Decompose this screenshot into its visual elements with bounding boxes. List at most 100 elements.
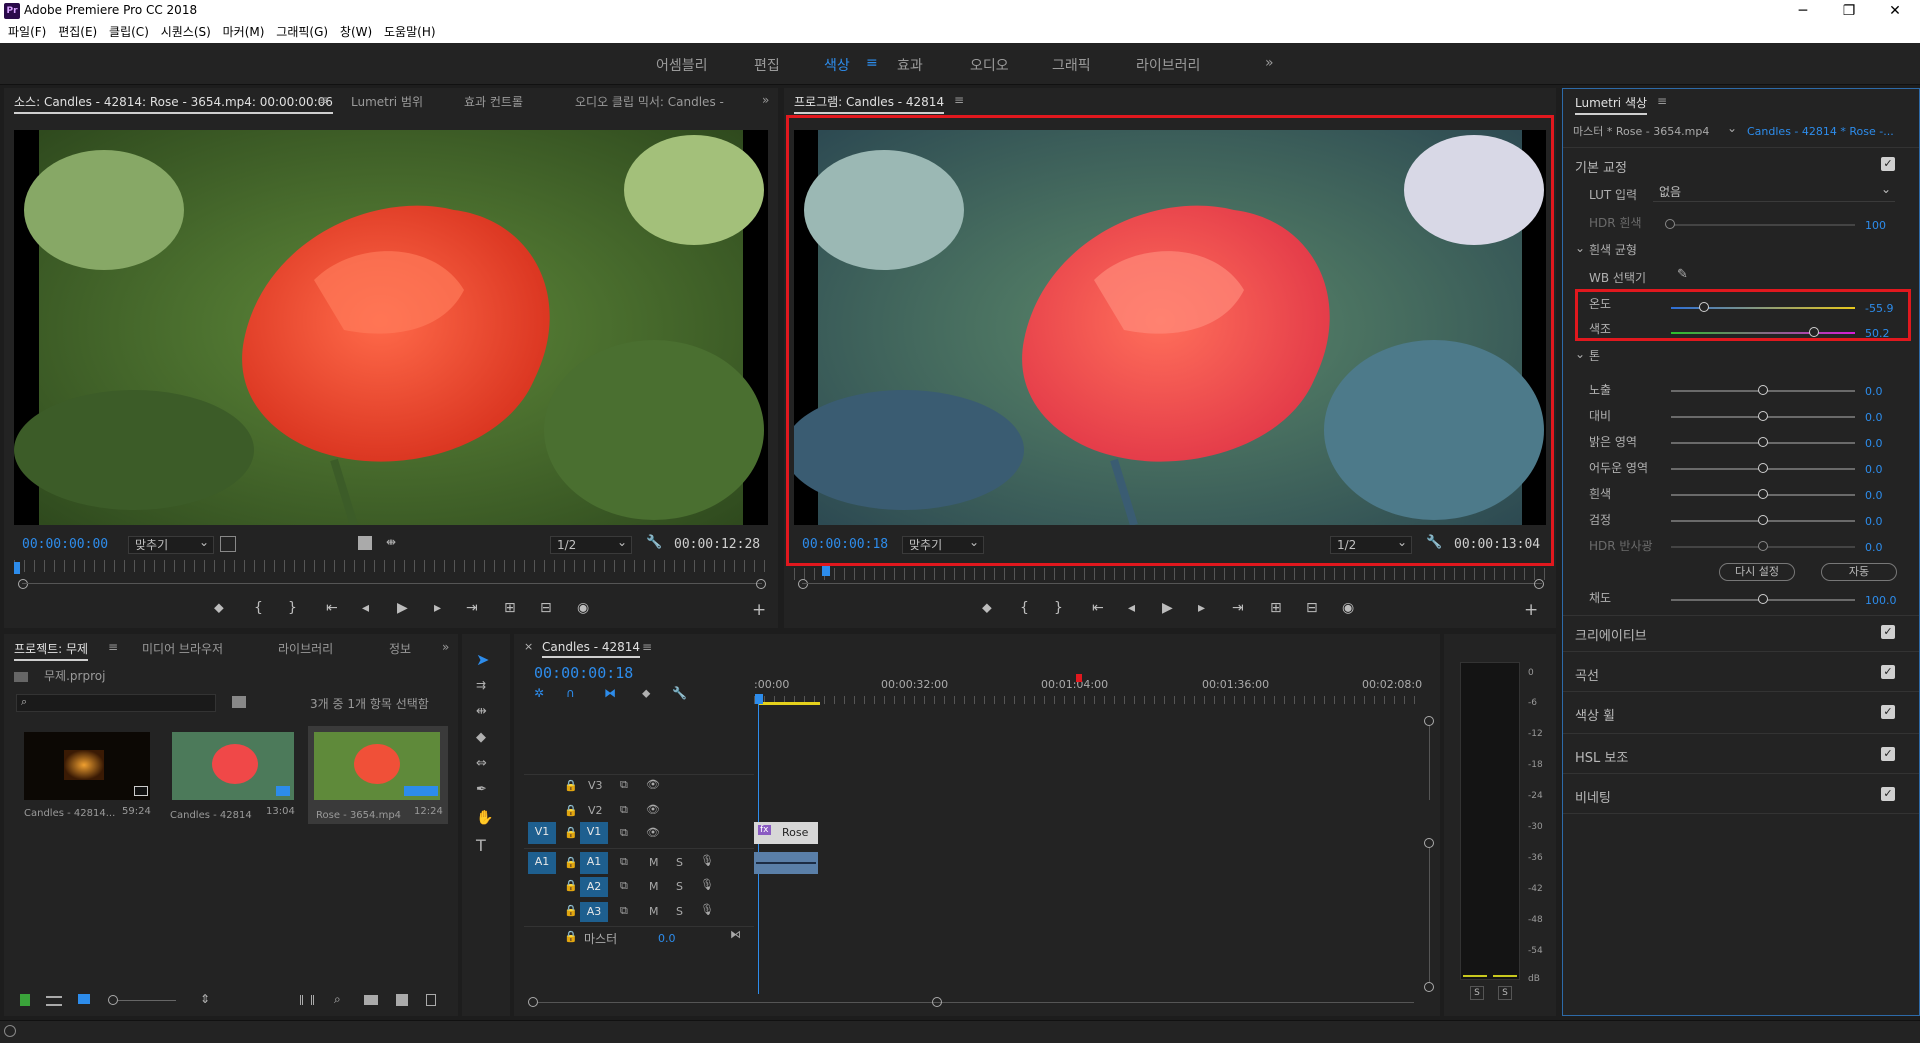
tab-program-menu[interactable]: ≡ [954,93,964,107]
video-scroll-handle[interactable] [1424,716,1434,726]
tab-lumetri-menu[interactable]: ≡ [1657,94,1667,108]
work-area-bar[interactable] [758,702,820,705]
thumbnail-rose-selected[interactable]: Rose - 3654.mp4 12:24 [308,726,448,824]
source-video-frame[interactable] [14,130,768,525]
blacks-value[interactable]: 0.0 [1865,515,1883,528]
track-label-v2[interactable]: V2 [588,804,603,817]
saturation-knob[interactable] [1758,594,1768,604]
highlights-value[interactable]: 0.0 [1865,437,1883,450]
track-label-a1[interactable]: A1 [580,852,608,874]
source-fit-dropdown[interactable]: 맞추기 [128,534,214,554]
minimize-button[interactable]: ─ [1780,0,1826,22]
eye-v1-icon[interactable]: 👁 [646,826,660,839]
tab-effect-controls[interactable]: 효과 컨트롤 [464,93,523,110]
wb-chevron-icon[interactable]: ⌄ [1575,241,1585,255]
go-to-in-button[interactable]: ⇤ [326,600,338,616]
track-label-v1[interactable]: V1 [580,822,608,844]
sync-lock-v2-icon[interactable]: ⧉ [620,803,628,817]
audio-scrollbar[interactable] [1429,848,1430,982]
safe-margins-icon[interactable] [220,536,236,552]
wrench-icon[interactable]: 🔧 [646,535,662,550]
selection-tool-icon[interactable]: ➤ [476,650,489,669]
program-quality-dropdown[interactable]: 1/2 [1330,534,1412,554]
zoom-right-handle[interactable] [756,579,766,589]
source-playhead[interactable] [14,562,20,574]
tone-chevron-icon[interactable]: ⌄ [1575,347,1585,361]
add-marker-icon[interactable]: ⬥ [642,686,650,701]
thumbnail-candles-42814[interactable] [172,732,294,800]
curves-checkbox[interactable]: ✓ [1881,665,1895,679]
lift-button[interactable]: ⊞ [1270,600,1282,616]
zoom-slider-knob[interactable] [108,995,118,1005]
source-patch-v1[interactable]: V1 [528,822,556,844]
program-go-to-out-button[interactable]: ⇥ [1232,600,1244,616]
tint-slider[interactable] [1671,332,1855,334]
go-to-end-icon[interactable]: ⧑ [730,928,741,941]
solo-a1-button[interactable]: S [676,856,683,869]
reset-button[interactable]: 다시 설정 [1719,563,1795,581]
menu-sequence[interactable]: 시퀀스(S) [161,22,211,43]
new-bin-icon[interactable] [364,995,378,1005]
section-hsl-secondary[interactable]: HSL 보조 [1575,747,1628,766]
basic-correction-checkbox[interactable]: ✓ [1881,157,1895,171]
exposure-value[interactable]: 0.0 [1865,385,1883,398]
section-tone[interactable]: 톤 [1589,347,1600,364]
temperature-value[interactable]: -55.9 [1865,302,1893,315]
track-label-a3[interactable]: A3 [580,902,608,922]
mark-out-button[interactable]: } [288,600,297,616]
workspace-color[interactable]: 색상 [824,55,850,75]
find-icon[interactable]: ⌕ [334,992,341,1007]
lock-a3-icon[interactable]: 🔒 [564,904,578,917]
mic-a1-icon[interactable]: 🎙 [700,854,714,867]
video-scrollbar[interactable] [1429,726,1430,800]
shadows-value[interactable]: 0.0 [1865,463,1883,476]
tab-info[interactable]: 정보 [389,640,411,657]
linked-selection-icon[interactable]: ⧓ [604,686,616,700]
sort-icon[interactable]: ⇕ [200,992,210,1006]
sync-lock-v1-icon[interactable]: ⧉ [620,826,628,840]
settings-icon[interactable] [358,536,372,550]
workspace-graphics[interactable]: 그래픽 [1052,55,1091,75]
program-go-to-in-button[interactable]: ⇤ [1092,600,1104,616]
workspace-libraries[interactable]: 라이브러리 [1136,55,1200,75]
program-zoom-left-handle[interactable] [798,579,808,589]
tab-sequence[interactable]: Candles - 42814 [542,640,641,658]
icon-view-icon[interactable] [78,994,90,1004]
menu-graphics[interactable]: 그래픽(G) [276,22,328,43]
master-volume-value[interactable]: 0.0 [658,932,676,945]
program-step-forward-button[interactable]: ▸ [1198,600,1205,616]
tab-project[interactable]: 프로젝트: 무제 [14,640,89,661]
program-play-button[interactable]: ▶ [1162,600,1173,616]
new-item-icon[interactable] [396,994,408,1006]
mute-a3-button[interactable]: M [649,905,659,918]
lock-master-icon[interactable]: 🔒 [564,930,578,943]
sync-lock-a2-icon[interactable]: ⧉ [620,879,628,893]
zoom-slider[interactable] [118,1000,176,1001]
new-bin-search-icon[interactable] [232,696,246,708]
section-color-wheels[interactable]: 색상 휠 [1575,705,1615,724]
program-time-ruler[interactable] [794,568,1546,580]
mark-in-button[interactable]: { [254,600,263,616]
sync-lock-a3-icon[interactable]: ⧉ [620,904,628,918]
extract-button[interactable]: ⊟ [1306,600,1318,616]
saturation-value[interactable]: 100.0 [1865,594,1897,607]
audio-scroll-handle[interactable] [1424,838,1434,848]
tab-source-menu[interactable]: ≡ [319,93,329,107]
tab-project-menu[interactable]: ≡ [108,640,118,654]
automate-icon[interactable] [300,995,314,1005]
slip-tool-icon[interactable]: ⇔ [476,756,487,771]
tab-program[interactable]: 프로그램: Candles - 42814 [794,93,945,114]
mic-a3-icon[interactable]: 🎙 [700,903,714,916]
step-forward-button[interactable]: ▸ [434,600,441,616]
pen-tool-icon[interactable]: ✒ [476,782,487,797]
program-wrench-icon[interactable]: 🔧 [1426,535,1442,550]
temperature-knob[interactable] [1699,302,1709,312]
project-search-input[interactable]: ⌕ [16,694,216,712]
tab-lumetri-scopes[interactable]: Lumetri 범위 [351,93,423,110]
insert-button[interactable]: ⊞ [504,600,516,616]
auto-button[interactable]: 자동 [1821,563,1897,581]
program-step-back-button[interactable]: ◂ [1128,600,1135,616]
export-frame-button[interactable]: ◉ [577,600,589,616]
workspace-effects[interactable]: 효과 [897,55,923,75]
tab-source[interactable]: 소스: Candles - 42814: Rose - 3654.mp4: 00… [14,93,333,114]
